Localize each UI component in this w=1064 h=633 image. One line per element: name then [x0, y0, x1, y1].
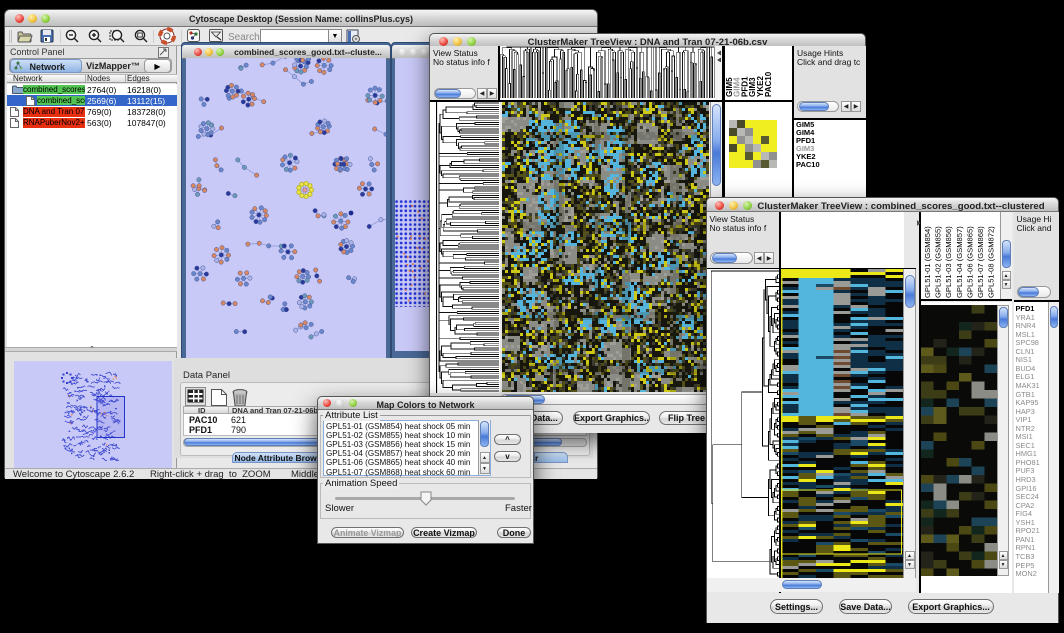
svg-text:GPL51-08 (GSM872): GPL51-08 (GSM872) — [987, 225, 996, 297]
svg-text:GPL51-06 (GSM865): GPL51-06 (GSM865) — [965, 225, 974, 297]
svg-text:GPL51-02 (GSM855): GPL51-02 (GSM855) — [934, 225, 943, 297]
svg-text:GPL51-04 (GSM857): GPL51-04 (GSM857) — [955, 225, 964, 297]
svg-text:GPL51-01 (GSM854): GPL51-01 (GSM854) — [923, 225, 932, 297]
svg-text:GPL51-03 (GSM856): GPL51-03 (GSM856) — [944, 225, 953, 297]
svg-text:GPL51-07 (GSM868): GPL51-07 (GSM868) — [976, 225, 985, 297]
svg-text:PAC10: PAC10 — [763, 71, 772, 97]
